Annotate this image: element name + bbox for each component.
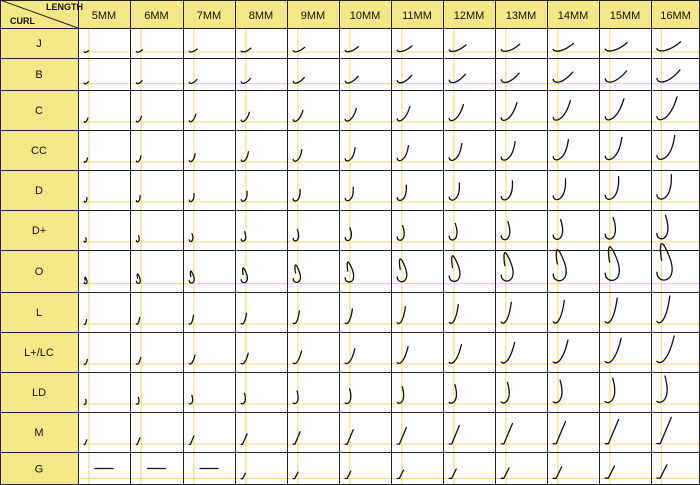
length-label: 14MM (558, 10, 589, 22)
length-label: 13MM (506, 10, 537, 22)
length-label: 15MM (610, 10, 641, 22)
curl-label: L (36, 307, 42, 319)
length-label: 12MM (454, 10, 485, 22)
length-label: 9MM (301, 10, 325, 22)
length-label: 16MM (660, 10, 691, 22)
curl-label: B (35, 69, 42, 81)
curl-label: CC (31, 145, 47, 157)
curl-label: C (35, 105, 43, 117)
length-label: 8MM (249, 10, 273, 22)
curl-label: L+/LC (24, 347, 54, 359)
lash-curl-length-chart: LENGTH CURL 5MM 6MM 7MM 8MM 9MM 10MM 11MM 12MM 1… (0, 0, 700, 485)
curl-label: J (36, 38, 42, 50)
curl-label: LD (32, 387, 46, 399)
length-label: 5MM (92, 10, 116, 22)
length-label: 11MM (402, 10, 432, 22)
length-label: 7MM (197, 10, 221, 22)
curl-label: O (35, 266, 44, 278)
curl-label: M (34, 427, 43, 439)
length-label: 6MM (144, 10, 168, 22)
curl-label: G (35, 464, 44, 476)
corner-curl-label: CURL (10, 16, 35, 26)
curl-label: D (35, 185, 43, 197)
corner-length-label: LENGTH (46, 2, 83, 12)
curl-label: D+ (32, 225, 46, 237)
length-label: 10MM (350, 10, 381, 22)
